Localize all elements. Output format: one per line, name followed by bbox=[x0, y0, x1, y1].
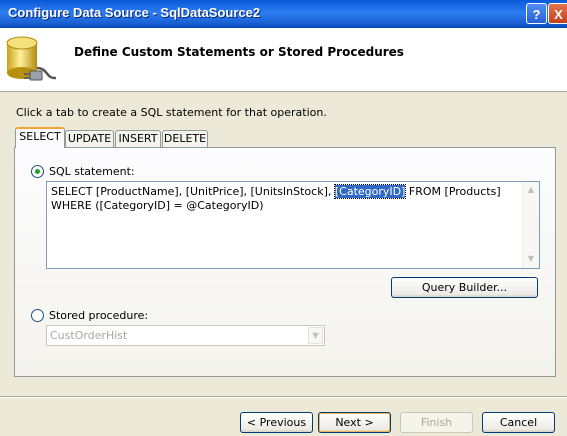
next-button[interactable]: Next > bbox=[318, 412, 391, 433]
finish-button[interactable]: Finish bbox=[400, 412, 473, 433]
chevron-down-icon[interactable]: ▼ bbox=[308, 327, 323, 344]
tab-select[interactable]: SELECT bbox=[15, 127, 65, 148]
cancel-button[interactable]: Cancel bbox=[482, 412, 555, 433]
instruction-text: Click a tab to create a SQL statement fo… bbox=[16, 106, 327, 119]
title-bar[interactable]: Configure Data Source - SqlDataSource2 ?… bbox=[0, 0, 567, 28]
stored-procedure-label[interactable]: Stored procedure: bbox=[49, 309, 148, 322]
query-builder-button[interactable]: Query Builder... bbox=[391, 277, 538, 298]
stored-procedure-radio[interactable] bbox=[31, 309, 44, 322]
stored-procedure-value: CustOrderHist bbox=[50, 329, 128, 342]
vertical-scrollbar[interactable]: ▲ ▼ bbox=[522, 182, 539, 268]
tab-delete[interactable]: DELETE bbox=[162, 130, 208, 147]
scroll-down-icon[interactable]: ▼ bbox=[524, 252, 538, 266]
radio-selected-dot bbox=[35, 169, 40, 174]
page-title: Define Custom Statements or Stored Proce… bbox=[74, 45, 404, 59]
help-button[interactable]: ? bbox=[526, 3, 547, 24]
wizard-header: Define Custom Statements or Stored Proce… bbox=[0, 28, 567, 92]
selected-text: [CategoryID] bbox=[333, 184, 407, 199]
tab-insert[interactable]: INSERT bbox=[115, 130, 161, 147]
window-title: Configure Data Source - SqlDataSource2 bbox=[8, 5, 261, 20]
previous-button[interactable]: < Previous bbox=[240, 412, 313, 433]
footer-divider bbox=[0, 396, 567, 398]
sql-statement-text: SELECT [ProductName], [UnitPrice], [Unit… bbox=[51, 184, 501, 212]
sql-statement-textbox[interactable]: SELECT [ProductName], [UnitPrice], [Unit… bbox=[46, 181, 540, 269]
sql-statement-label[interactable]: SQL statement: bbox=[49, 165, 135, 178]
scroll-up-icon[interactable]: ▲ bbox=[524, 183, 538, 197]
close-button[interactable]: X bbox=[548, 3, 567, 24]
stored-procedure-dropdown[interactable]: CustOrderHist ▼ bbox=[46, 325, 325, 346]
database-icon bbox=[6, 36, 57, 81]
sql-statement-radio[interactable] bbox=[31, 165, 44, 178]
tab-update[interactable]: UPDATE bbox=[65, 130, 114, 147]
